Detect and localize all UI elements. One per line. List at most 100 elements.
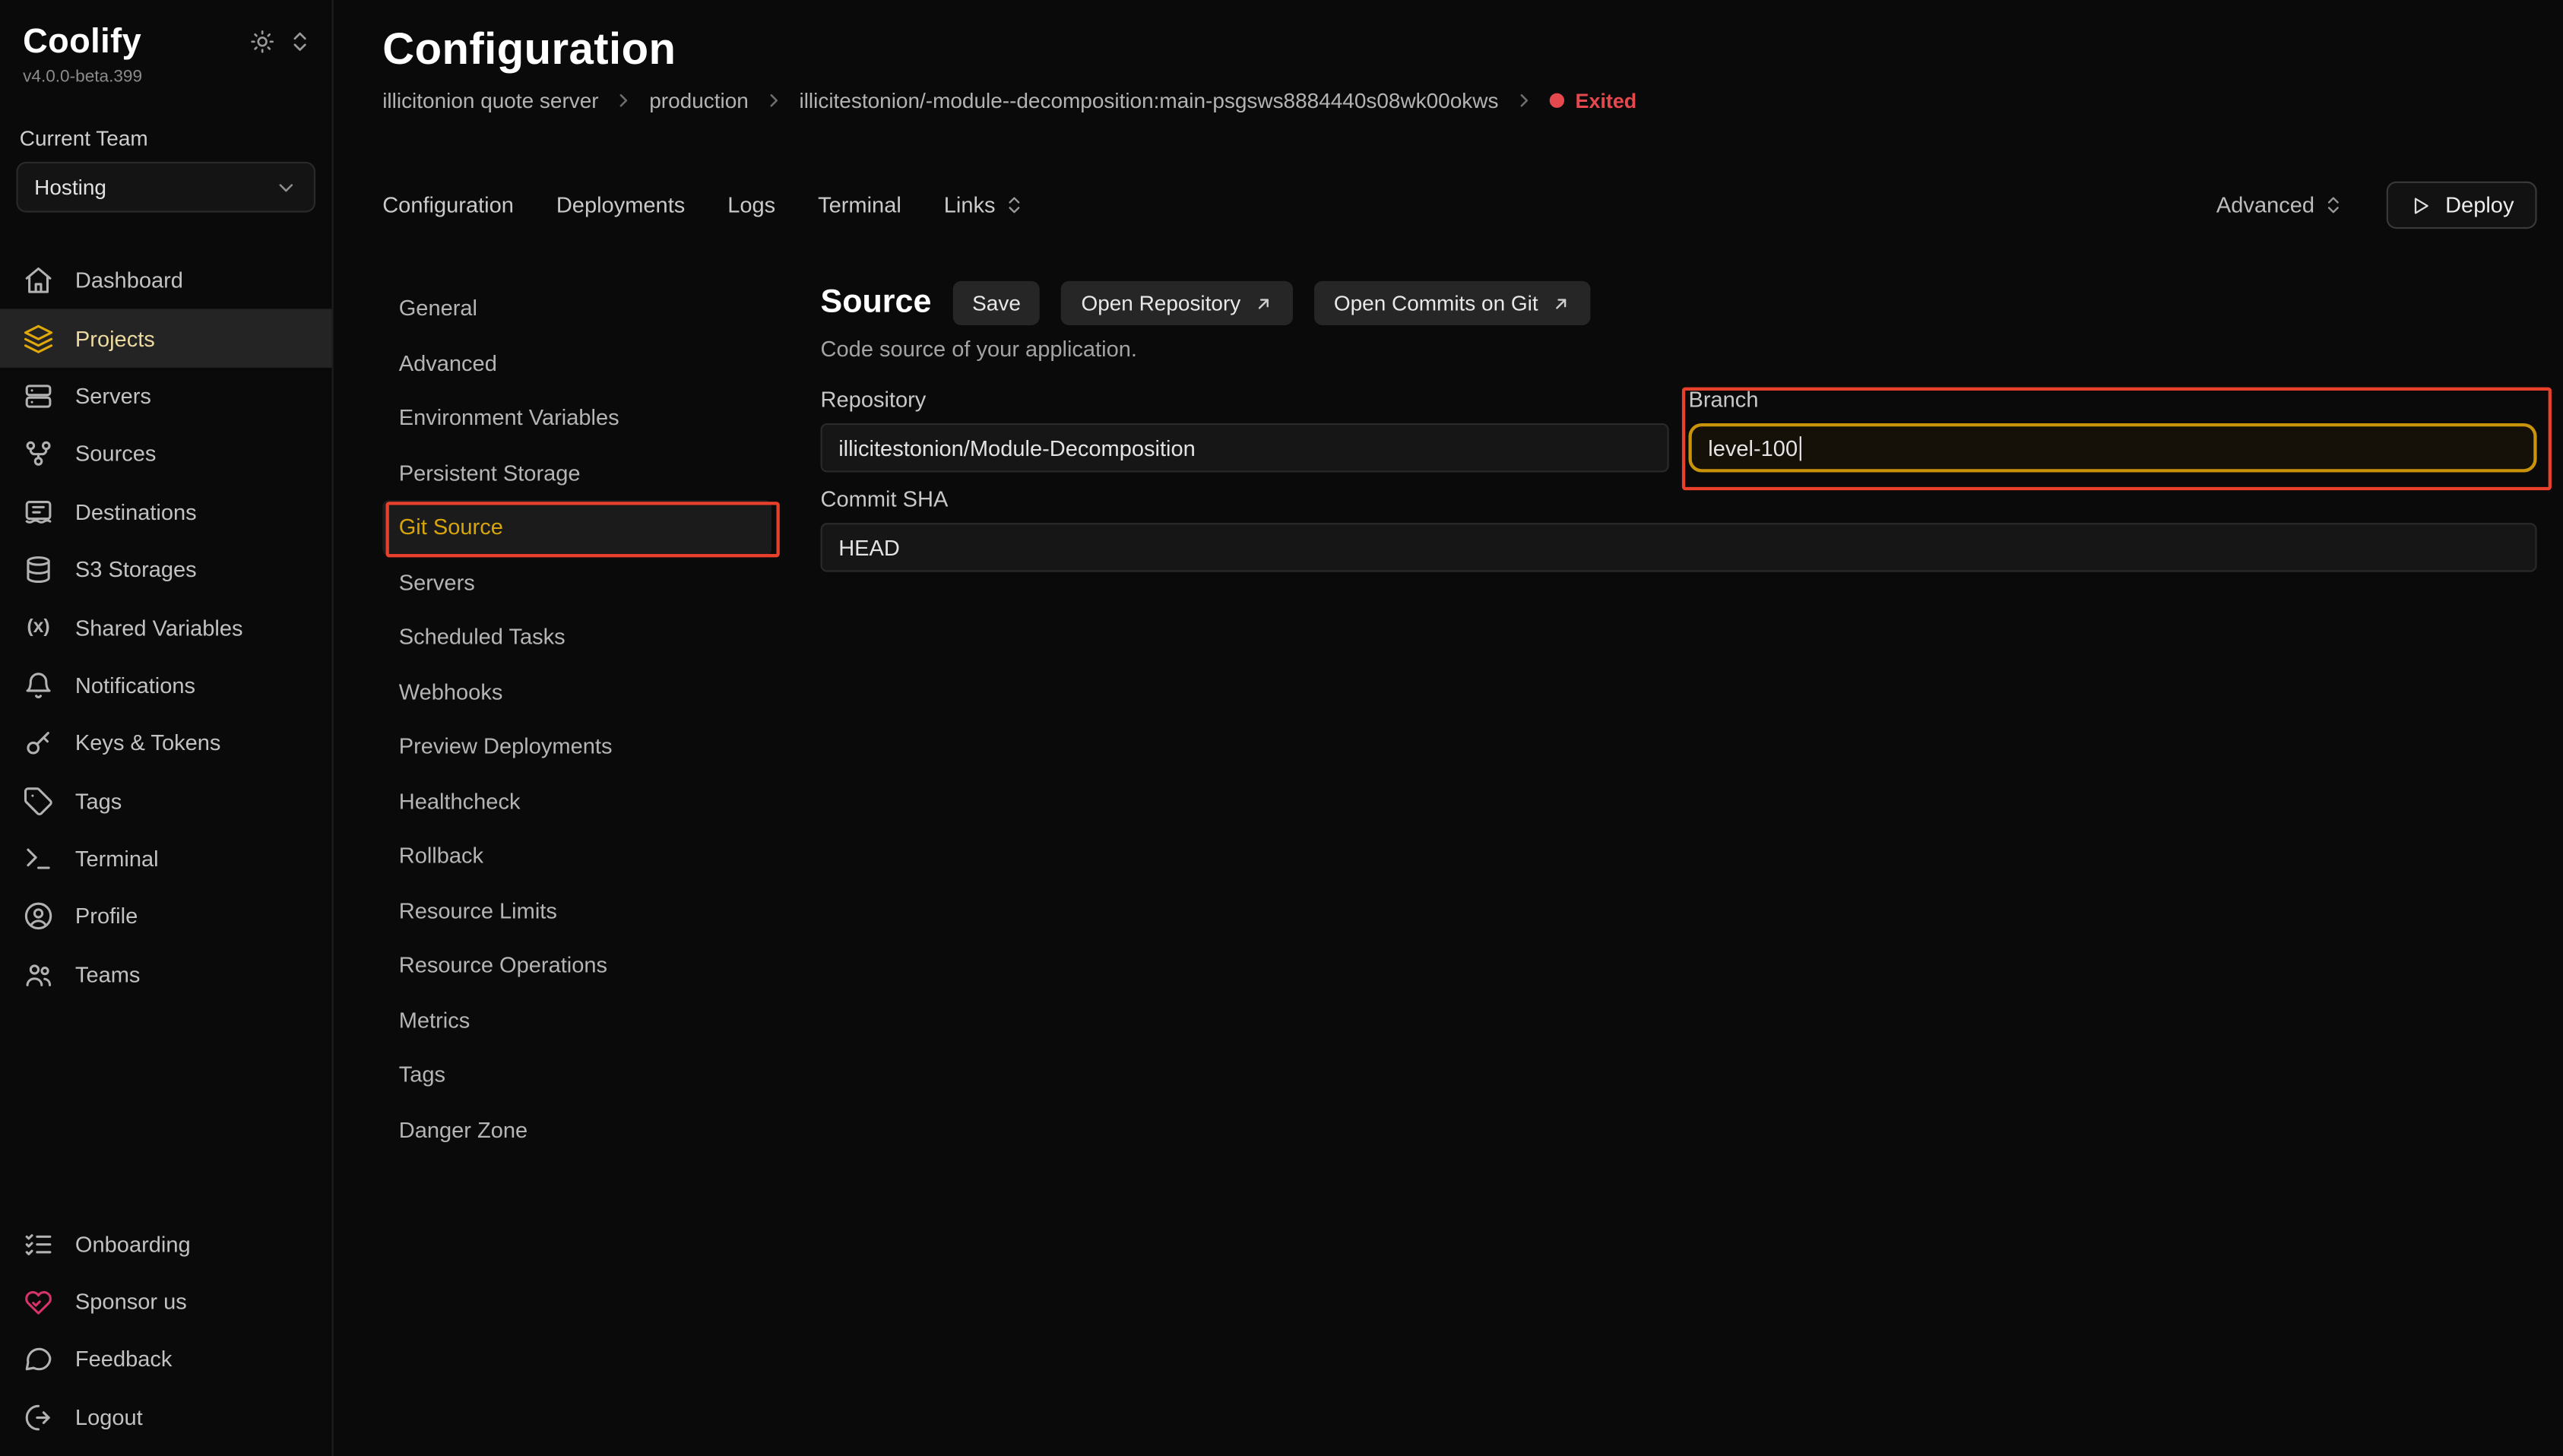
sidebar-item-projects[interactable]: Projects [0,309,332,367]
repository-label: Repository [821,388,1669,413]
users-icon [23,959,54,990]
terminal-icon [23,844,54,875]
server-icon [23,381,54,412]
current-team-label: Current Team [0,87,332,162]
settings-item-healthcheck[interactable]: Healthcheck [382,774,771,828]
sidebar-item-label: Sources [75,442,157,466]
chevron-right-icon [1513,90,1535,111]
tab-configuration[interactable]: Configuration [382,193,514,217]
commit-sha-input[interactable] [821,523,2537,572]
sidebar-item-terminal[interactable]: Terminal [0,830,332,888]
sidebar-item-keys-tokens[interactable]: Keys & Tokens [0,714,332,772]
chevrons-up-down-icon [1003,195,1025,216]
sidebar-item-tags[interactable]: Tags [0,772,332,830]
status-label: Exited [1576,89,1637,112]
logout-icon [23,1402,54,1433]
list-checks-icon [23,1228,54,1259]
sidebar-item-label: Dashboard [75,268,183,293]
commit-sha-field: Commit SHA [821,487,2537,572]
settings-item-scheduled-tasks[interactable]: Scheduled Tasks [382,609,771,664]
chevrons-up-down-icon [2323,195,2344,216]
variables-icon: (x) [23,612,54,643]
sidebar-item-notifications[interactable]: Notifications [0,657,332,714]
settings-item-resource-limits[interactable]: Resource Limits [382,883,771,938]
settings-item-advanced[interactable]: Advanced [382,336,771,391]
section-title: Source [821,284,932,321]
team-select[interactable]: Hosting [17,162,316,213]
settings-item-servers[interactable]: Servers [382,555,771,609]
sidebar-item-label: Notifications [75,673,195,698]
settings-item-tags[interactable]: Tags [382,1047,771,1102]
commit-sha-label: Commit SHA [821,487,2537,513]
sidebar-item-servers[interactable]: Servers [0,367,332,425]
sidebar-item-dashboard[interactable]: Dashboard [0,252,332,309]
chevrons-up-down-icon[interactable] [287,30,312,54]
settings-item-preview-deployments[interactable]: Preview Deployments [382,719,771,774]
sidebar-item-label: Servers [75,384,151,408]
coolify-app: Coolify v4.0.0-beta.399 Current Team Hos… [0,0,2563,1456]
sidebar-item-label: Logout [75,1405,143,1429]
screenshot-stage: Coolify v4.0.0-beta.399 Current Team Hos… [0,0,2563,1456]
bell-icon [23,670,54,701]
settings-item-resource-operations[interactable]: Resource Operations [382,938,771,992]
source-form: Repository Branch level-100 Commit SHA [821,388,2537,572]
open-repository-button[interactable]: Open Repository [1062,281,1293,325]
sidebar-item-label: Feedback [75,1347,173,1372]
settings-item-persistent-storage[interactable]: Persistent Storage [382,445,771,500]
sidebar-nav: Dashboard Projects Servers Sources Desti… [0,252,332,1003]
tab-logs[interactable]: Logs [727,193,775,217]
user-circle-icon [23,901,54,932]
sidebar-item-sponsor[interactable]: Sponsor us [0,1273,332,1331]
section-subtitle: Code source of your application. [821,337,2537,361]
breadcrumb-application[interactable]: illicitestonion/-module--decomposition:m… [799,88,1498,112]
tab-deployments[interactable]: Deployments [556,193,685,217]
sidebar-item-label: Sponsor us [75,1290,187,1314]
settings-item-general[interactable]: General [382,281,771,336]
sidebar-item-shared-variables[interactable]: (x) Shared Variables [0,599,332,657]
external-link-icon [1551,293,1571,313]
sidebar-item-label: Keys & Tokens [75,731,221,755]
chevron-right-icon [763,90,784,111]
breadcrumb-project[interactable]: illicitonion quote server [382,88,598,112]
settings-nav: General Advanced Environment Variables P… [382,281,771,1157]
repository-field: Repository [821,388,1669,473]
settings-item-rollback[interactable]: Rollback [382,828,771,883]
repository-input[interactable] [821,423,1669,473]
sidebar-item-teams[interactable]: Teams [0,945,332,1003]
branch-input[interactable]: level-100 [1688,423,2536,473]
sidebar-item-onboarding[interactable]: Onboarding [0,1215,332,1273]
settings-item-danger-zone[interactable]: Danger Zone [382,1103,771,1157]
sidebar-item-feedback[interactable]: Feedback [0,1331,332,1388]
source-header: Source Save Open Repository Open Commits… [821,281,2537,325]
sidebar-item-profile[interactable]: Profile [0,888,332,945]
settings-item-environment-variables[interactable]: Environment Variables [382,391,771,445]
branch-field: Branch level-100 [1688,388,2536,473]
deploy-button[interactable]: Deploy [2387,182,2537,229]
status-badge: Exited [1549,89,1636,112]
sidebar: Coolify v4.0.0-beta.399 Current Team Hos… [0,0,334,1456]
settings-item-metrics[interactable]: Metrics [382,992,771,1047]
sidebar-item-label: Shared Variables [75,616,243,640]
play-icon [2409,194,2432,217]
theme-sun-icon[interactable] [250,30,274,54]
breadcrumb-environment[interactable]: production [649,88,749,112]
open-commits-button[interactable]: Open Commits on Git [1314,281,1590,325]
settings-item-git-source[interactable]: Git Source [382,500,771,555]
sidebar-item-logout[interactable]: Logout [0,1388,332,1446]
settings-item-webhooks[interactable]: Webhooks [382,664,771,719]
home-icon [23,265,54,296]
tab-terminal[interactable]: Terminal [818,193,901,217]
git-source-panel: Source Save Open Repository Open Commits… [771,281,2537,1157]
sidebar-item-label: Terminal [75,847,159,871]
sidebar-item-s3-storages[interactable]: S3 Storages [0,541,332,599]
text-caret [1799,435,1801,460]
sidebar-item-label: Teams [75,962,141,986]
tag-icon [23,786,54,817]
tab-links[interactable]: Links [944,193,1025,217]
sidebar-item-sources[interactable]: Sources [0,426,332,483]
advanced-dropdown[interactable]: Advanced [2216,193,2344,217]
external-link-icon [1253,293,1273,313]
sidebar-item-destinations[interactable]: Destinations [0,483,332,541]
sidebar-footer-nav: Onboarding Sponsor us Feedback Logout [0,1215,332,1456]
save-button[interactable]: Save [952,281,1040,325]
